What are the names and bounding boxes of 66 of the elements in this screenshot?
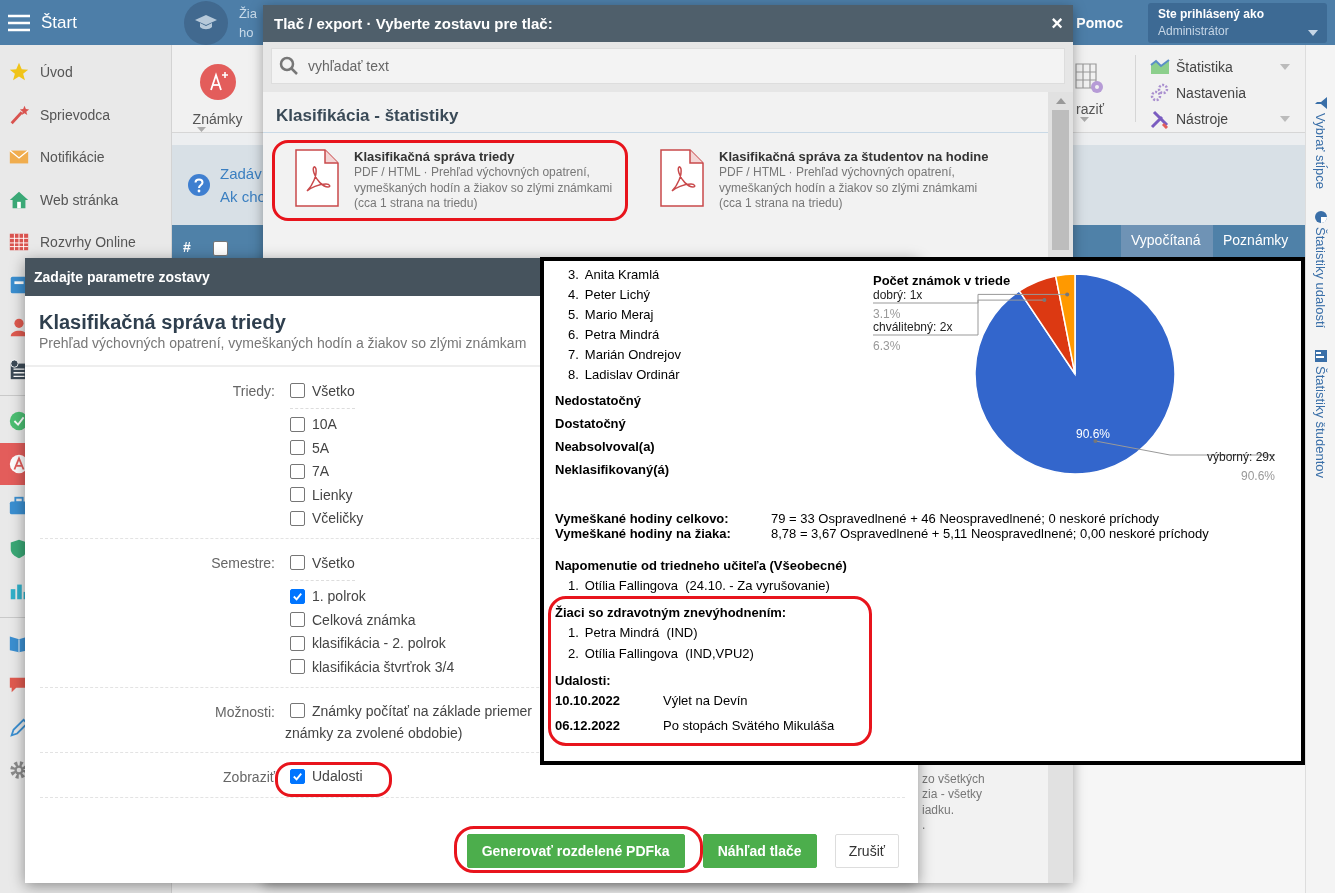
student-name: Mario Meraj — [584, 306, 654, 324]
report-title: Klasifikačná správa za študentov na hodine — [719, 149, 989, 165]
slice-label: dobrý: 1x — [873, 288, 923, 302]
info-text: Zadáv — [220, 164, 263, 184]
report-title: Klasifikačná správa triedy — [354, 149, 515, 165]
list-text: Otília Fallingova (24.10. - Za vyrušovanie) — [584, 577, 830, 595]
section-heading: Klasifikácia - štatistiky — [263, 92, 1048, 133]
field-label: Triedy: — [232, 382, 275, 401]
dialog-subtitle: Prehľad výchovných opatrení, vymeškaných hodín a žiakov so zlými známkam — [39, 335, 527, 352]
section-heading: Napomenutie od triedneho učiteľa (Všeobecné) — [555, 557, 847, 575]
login-caption: Ste prihlásený ako — [1158, 7, 1265, 21]
grade-heading: Dostatočný — [555, 415, 626, 433]
event-name: Výlet na Devín — [663, 692, 748, 710]
dialog-title: Tlač / export · Vyberte zostavu pre tlač: — [274, 15, 553, 32]
field-label: Možnosti: — [215, 702, 275, 722]
list-number: 3. — [568, 266, 579, 284]
report-description: zia - všetky — [922, 787, 982, 803]
absence-value: 8,78 = 3,67 Ospravedlnené + 5,11 Neospravedlnené; 0,00 neskoré príchody — [771, 526, 1210, 541]
section-heading: Udalosti: — [555, 672, 611, 690]
section-heading: Žiaci so zdravotným znevýhodnením: — [555, 604, 787, 622]
event-date: 06.12.2022 — [555, 717, 622, 735]
report-description: . — [922, 818, 926, 834]
grade-heading: Nedostatočný — [555, 392, 641, 410]
student-name: Anita Kramlá — [584, 266, 660, 284]
context-text: ho — [238, 23, 254, 42]
report-description: PDF / HTML · Prehľad výchovných opatrení, vymeškaných hodín a žiakov so zlými známkami (cca 1 strana na triedu) — [354, 165, 614, 212]
list-number: 2. — [568, 645, 579, 663]
absence-value: 79 = 33 Ospravedlnené + 46 Neospravedlnené; 0 neskoré príchody — [771, 511, 1161, 526]
slice-label: výborný: 29x — [1206, 450, 1275, 464]
absence-label: Vymeškané hodiny celkovo: — [555, 511, 730, 526]
student-name: Ladislav Ordinár — [584, 366, 680, 384]
list-number: 1. — [568, 577, 579, 595]
report-description: PDF / HTML · Prehľad výchovných opatrení, vymeškaných hodín a žiakov so zlými známkami (cca 1 strana na triedu) — [719, 165, 979, 212]
list-number: 4. — [568, 286, 579, 304]
list-number: 7. — [568, 346, 579, 364]
student-name: Marián Ondrejov — [584, 346, 681, 364]
event-date: 10.10.2022 — [555, 692, 622, 710]
grade-heading: Neklasifikovaný(á) — [555, 461, 670, 479]
slice-percent: 6.3% — [873, 339, 901, 353]
option-label: známky za zvolené obdobie) — [285, 723, 463, 743]
user-name: Administrátor — [1158, 24, 1229, 38]
dialog-heading: Klasifikačná správa triedy — [39, 310, 286, 335]
chart-title: Počet známok v triede — [873, 273, 1011, 288]
field-label: Zobraziť — [223, 767, 275, 787]
student-name: Peter Lichý — [584, 286, 650, 304]
grade-heading: Neabsolvoval(a) — [555, 438, 655, 456]
event-name: Po stopách Svätého Mikuláša — [663, 717, 835, 735]
list-text: Petra Mindrá (IND) — [584, 624, 698, 642]
list-number: 5. — [568, 306, 579, 324]
report-description: iadku. — [922, 802, 955, 818]
slice-label: chválitebný: 2x — [873, 320, 953, 334]
dialog-title: Zadajte parametre zostavy — [34, 269, 210, 285]
field-label: Semestre: — [211, 554, 275, 573]
report-description: zo všetkých — [922, 771, 985, 787]
context-text: Žia — [238, 4, 257, 23]
list-text: Otília Fallingova (IND,VPU2) — [584, 645, 754, 663]
list-number: 6. — [568, 326, 579, 344]
list-number: 1. — [568, 624, 579, 642]
app-title: Štart — [41, 12, 77, 33]
slice-percent: 3.1% — [873, 307, 901, 321]
slice-percent: 90.6% — [1240, 469, 1275, 483]
data-label: 90.6% — [1076, 427, 1110, 442]
column-header: # — [182, 238, 191, 257]
absence-label: Vymeškané hodiny na žiaka: — [555, 526, 732, 541]
student-name: Petra Mindrá — [584, 326, 660, 344]
list-number: 8. — [568, 366, 579, 384]
